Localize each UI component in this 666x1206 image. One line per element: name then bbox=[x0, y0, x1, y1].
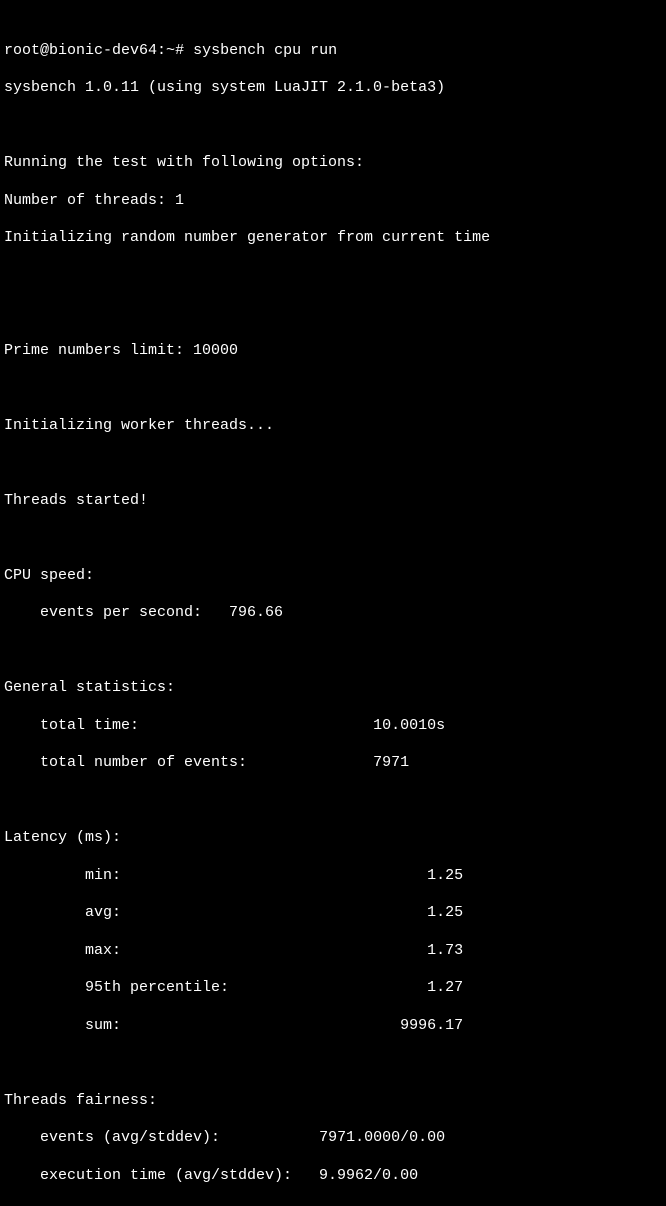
fairness-events-label: events (avg/stddev): bbox=[4, 1129, 220, 1146]
init-workers-line: Initializing worker threads... bbox=[4, 417, 662, 436]
prompt-colon: : bbox=[157, 42, 166, 59]
prompt-symbol: # bbox=[175, 42, 184, 59]
latency-min: min: 1.25 bbox=[4, 867, 662, 886]
latency-avg-value: 1.25 bbox=[121, 904, 463, 921]
latency-sum-label: sum: bbox=[4, 1017, 121, 1034]
command-text: sysbench cpu run bbox=[193, 42, 337, 59]
total-time-label: total time: bbox=[4, 717, 139, 734]
fairness-exec-time-value: 9.9962/0.00 bbox=[292, 1167, 418, 1184]
threads-started-line: Threads started! bbox=[4, 492, 662, 511]
latency-sum: sum: 9996.17 bbox=[4, 1017, 662, 1036]
latency-min-label: min: bbox=[4, 867, 121, 884]
options-header: Running the test with following options: bbox=[4, 154, 662, 173]
prime-limit-line: Prime numbers limit: 10000 bbox=[4, 342, 662, 361]
blank-line bbox=[4, 1054, 662, 1073]
prompt-path: ~ bbox=[166, 42, 175, 59]
blank-line bbox=[4, 642, 662, 661]
latency-avg-label: avg: bbox=[4, 904, 121, 921]
fairness-exec-time: execution time (avg/stddev): 9.9962/0.00 bbox=[4, 1167, 662, 1186]
eps-label: events per second: bbox=[4, 604, 202, 621]
fairness-header: Threads fairness: bbox=[4, 1092, 662, 1111]
init-rng-line: Initializing random number generator fro… bbox=[4, 229, 662, 248]
latency-min-value: 1.25 bbox=[121, 867, 463, 884]
latency-95th: 95th percentile: 1.27 bbox=[4, 979, 662, 998]
total-events-label: total number of events: bbox=[4, 754, 247, 771]
fairness-events: events (avg/stddev): 7971.0000/0.00 bbox=[4, 1129, 662, 1148]
fairness-exec-time-label: execution time (avg/stddev): bbox=[4, 1167, 292, 1184]
latency-avg: avg: 1.25 bbox=[4, 904, 662, 923]
blank-line bbox=[4, 454, 662, 473]
cpu-speed-header: CPU speed: bbox=[4, 567, 662, 586]
total-events: total number of events: 7971 bbox=[4, 754, 662, 773]
total-time: total time: 10.0010s bbox=[4, 717, 662, 736]
prompt-line: root@bionic-dev64:~# sysbench cpu run bbox=[4, 42, 662, 61]
total-time-value: 10.0010s bbox=[139, 717, 445, 734]
blank-line bbox=[4, 267, 662, 286]
total-events-value: 7971 bbox=[247, 754, 409, 771]
blank-line bbox=[4, 304, 662, 323]
blank-line bbox=[4, 117, 662, 136]
threads-line: Number of threads: 1 bbox=[4, 192, 662, 211]
version-line: sysbench 1.0.11 (using system LuaJIT 2.1… bbox=[4, 79, 662, 98]
latency-95th-label: 95th percentile: bbox=[4, 979, 229, 996]
latency-max-value: 1.73 bbox=[121, 942, 463, 959]
latency-header: Latency (ms): bbox=[4, 829, 662, 848]
blank-line bbox=[4, 792, 662, 811]
latency-sum-value: 9996.17 bbox=[121, 1017, 463, 1034]
blank-line bbox=[4, 529, 662, 548]
general-stats-header: General statistics: bbox=[4, 679, 662, 698]
prompt-user-host: root@bionic-dev64 bbox=[4, 42, 157, 59]
latency-max-label: max: bbox=[4, 942, 121, 959]
fairness-events-value: 7971.0000/0.00 bbox=[220, 1129, 445, 1146]
blank-line bbox=[4, 379, 662, 398]
latency-95th-value: 1.27 bbox=[229, 979, 463, 996]
latency-max: max: 1.73 bbox=[4, 942, 662, 961]
eps-value: 796.66 bbox=[202, 604, 283, 621]
events-per-second: events per second: 796.66 bbox=[4, 604, 662, 623]
